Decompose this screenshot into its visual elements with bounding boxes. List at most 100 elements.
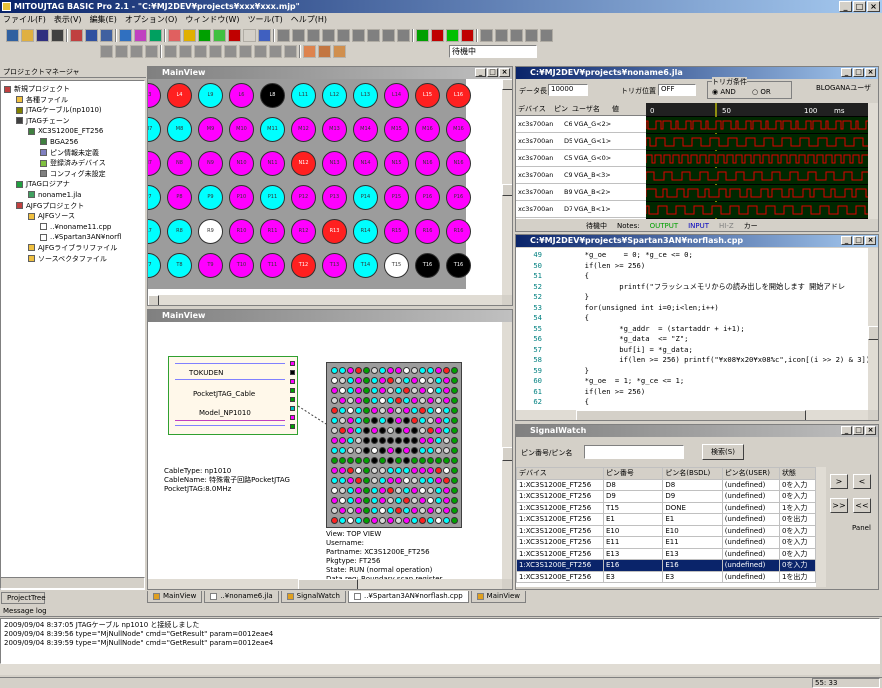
bga-ball[interactable]: N16 — [415, 151, 440, 176]
chip-ball[interactable] — [435, 407, 442, 414]
chip-ball[interactable] — [347, 417, 354, 424]
chip-ball[interactable] — [419, 507, 426, 514]
toolbar-icon[interactable] — [382, 28, 395, 42]
chip-ball[interactable] — [419, 467, 426, 474]
chip-ball[interactable] — [419, 377, 426, 384]
mainview-bottom-vscroll[interactable] — [502, 322, 512, 579]
bga-ball[interactable]: M8 — [167, 117, 192, 142]
chip-ball[interactable] — [339, 467, 346, 474]
bga-ball[interactable]: R9 — [198, 219, 223, 244]
chip-ball[interactable] — [379, 437, 386, 444]
toolbar-icon[interactable] — [51, 28, 64, 42]
menu-item[interactable]: ウィンドウ(W) — [185, 13, 239, 26]
minimize-button[interactable]: _ — [841, 236, 852, 245]
chip-ball[interactable] — [387, 467, 394, 474]
chip-ball[interactable] — [379, 477, 386, 484]
bga-ball[interactable]: N11 — [260, 151, 285, 176]
chip-ball[interactable] — [379, 507, 386, 514]
chip-ball[interactable] — [427, 387, 434, 394]
chip-ball[interactable] — [427, 477, 434, 484]
chip-ball[interactable] — [331, 377, 338, 384]
toolbar-icon[interactable] — [510, 28, 523, 42]
chip-ball[interactable] — [331, 417, 338, 424]
chip-ball[interactable] — [427, 517, 434, 524]
chip-ball[interactable] — [443, 427, 450, 434]
chip-ball[interactable] — [363, 367, 370, 374]
chip-ball[interactable] — [331, 517, 338, 524]
bga-ball[interactable]: T12 — [291, 253, 316, 278]
window-tab[interactable]: MainView — [147, 591, 203, 603]
bga-ball[interactable]: N13 — [322, 151, 347, 176]
toolbar-icon[interactable] — [322, 28, 335, 42]
chip-ball[interactable] — [443, 397, 450, 404]
chip-ball[interactable] — [451, 517, 458, 524]
trigger-position-select[interactable]: OFF — [658, 84, 696, 96]
chip-ball[interactable] — [427, 497, 434, 504]
chip-ball[interactable] — [347, 387, 354, 394]
close-button[interactable]: × — [499, 68, 510, 77]
chip-ball[interactable] — [411, 377, 418, 384]
chip-ball[interactable] — [451, 457, 458, 464]
toolbar-icon[interactable] — [277, 28, 290, 42]
jla-signal-row[interactable]: xc3s700an C9 VGA_B<3> — [516, 167, 646, 184]
toolbar-icon[interactable] — [224, 44, 237, 58]
bga-ball[interactable]: M7 — [148, 117, 161, 142]
toolbar-icon[interactable] — [134, 28, 147, 42]
toolbar-icon[interactable] — [303, 44, 316, 58]
chip-ball[interactable] — [387, 417, 394, 424]
chip-ball[interactable] — [371, 487, 378, 494]
chip-ball[interactable] — [411, 517, 418, 524]
chip-ball[interactable] — [443, 507, 450, 514]
chip-ball[interactable] — [331, 497, 338, 504]
chip-ball[interactable] — [443, 497, 450, 504]
chip-ball[interactable] — [403, 487, 410, 494]
tree-node[interactable]: AJFGプロジェクト — [4, 201, 144, 212]
code-line[interactable]: 60 *g_oe = 1; *g_ce <= 1; — [516, 376, 868, 387]
mainview-top-vscroll[interactable] — [502, 79, 512, 295]
chip-ball[interactable] — [427, 457, 434, 464]
chip-ball[interactable] — [451, 367, 458, 374]
code-line[interactable]: 59 } — [516, 366, 868, 377]
tree-node[interactable]: AJFGライブラリファイル — [4, 243, 144, 254]
chip-ball[interactable] — [387, 377, 394, 384]
chip-ball[interactable] — [379, 407, 386, 414]
toolbar-icon[interactable] — [495, 28, 508, 42]
mainview-bottom-hscroll[interactable] — [148, 579, 502, 589]
chip-ball[interactable] — [443, 457, 450, 464]
toolbar-icon[interactable] — [446, 28, 459, 42]
signal-row[interactable]: 1:XC3S1200E_FT256 E16 E16 (undefined) 0を入力 — [516, 559, 816, 572]
code-line[interactable]: 53 for(unsigned int i=0;i<len;i++) — [516, 303, 868, 314]
chip-ball[interactable] — [347, 427, 354, 434]
chip-ball[interactable] — [331, 487, 338, 494]
toolbar-icon[interactable] — [540, 28, 553, 42]
signal-row[interactable]: 1:XC3S1200E_FT256 D9 D9 (undefined) 0を入力 — [516, 490, 816, 503]
bga-ball[interactable]: L13 — [353, 83, 378, 108]
chip-ball[interactable] — [363, 427, 370, 434]
bga-ball[interactable]: L15 — [415, 83, 440, 108]
bga-ball[interactable]: R10 — [229, 219, 254, 244]
toolbar-icon[interactable] — [367, 28, 380, 42]
toolbar-icon[interactable] — [168, 28, 181, 42]
bga-ball[interactable]: L3 — [148, 83, 161, 108]
chip-ball[interactable] — [395, 467, 402, 474]
chip-ball[interactable] — [435, 437, 442, 444]
project-tree[interactable]: 新規プロジェクト 各種ファイル JTAGケーブル(np1010) JTAGチェーン XC… — [0, 80, 145, 590]
chip-ball[interactable] — [331, 387, 338, 394]
chip-ball[interactable] — [371, 457, 378, 464]
toolbar-icon[interactable] — [119, 28, 132, 42]
chip-ball[interactable] — [395, 487, 402, 494]
tree-node[interactable]: 各種ファイル — [4, 95, 144, 106]
toolbar-icon[interactable] — [213, 28, 226, 42]
code-line[interactable]: 55 *g_addr = (startaddr + i+1); — [516, 324, 868, 335]
bga-ball[interactable]: P7 — [148, 185, 161, 210]
chip-ball[interactable] — [395, 447, 402, 454]
toolbar-icon[interactable] — [194, 44, 207, 58]
chip-ball[interactable] — [403, 397, 410, 404]
chip-ball[interactable] — [363, 377, 370, 384]
chip-ball[interactable] — [379, 417, 386, 424]
chip-ball[interactable] — [371, 367, 378, 374]
bga-ball[interactable]: R15 — [384, 219, 409, 244]
chip-ball[interactable] — [363, 467, 370, 474]
signal-row[interactable]: 1:XC3S1200E_FT256 E11 E11 (undefined) 0を入力 — [516, 536, 816, 549]
chip-ball[interactable] — [427, 467, 434, 474]
